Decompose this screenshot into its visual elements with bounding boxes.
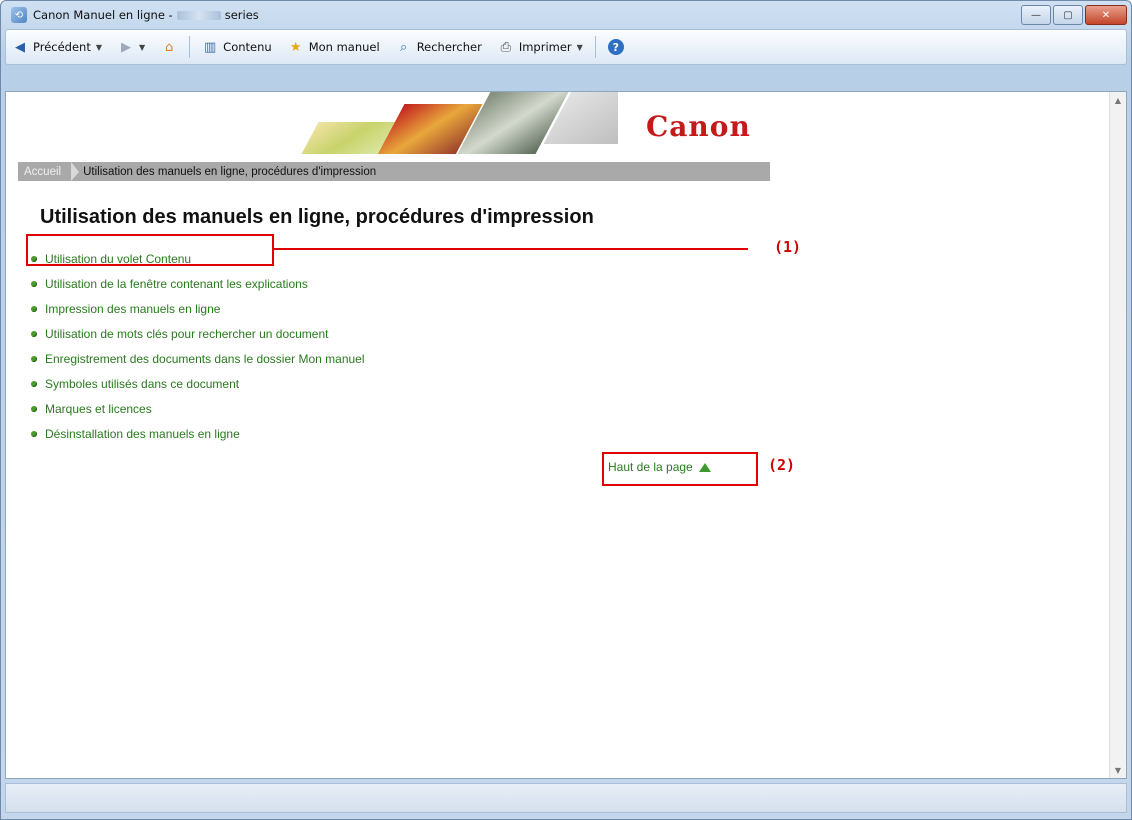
callout-box-1: [26, 234, 274, 266]
print-button[interactable]: ⎙ Imprimer ▼: [492, 35, 589, 59]
chevron-down-icon[interactable]: ▼: [139, 43, 145, 52]
maximize-button[interactable]: ▢: [1053, 5, 1083, 25]
help-button[interactable]: ?: [602, 35, 630, 59]
topic-link[interactable]: Symboles utilisés dans ce document: [45, 377, 239, 391]
window-controls: — ▢ ✕: [1021, 5, 1127, 25]
list-item: Enregistrement des documents dans le dos…: [31, 346, 365, 371]
contents-book-icon: ▥: [204, 39, 217, 55]
window-title-prefix: Canon Manuel en ligne -: [33, 8, 173, 22]
callout-box-2: [602, 452, 758, 486]
chevron-down-icon[interactable]: ▼: [96, 43, 102, 52]
vertical-scrollbar[interactable]: ▲ ▼: [1109, 92, 1126, 778]
back-label: Précédent: [33, 40, 91, 54]
my-manual-button[interactable]: ★ Mon manuel: [282, 35, 386, 59]
contents-label: Contenu: [223, 40, 272, 54]
search-icon: ⌕: [400, 39, 408, 55]
breadcrumb-current: Utilisation des manuels en ligne, procéd…: [83, 165, 377, 178]
print-label: Imprimer: [518, 40, 572, 54]
app-window: ⟲ Canon Manuel en ligne - series — ▢ ✕ ◀ …: [0, 0, 1132, 820]
scroll-up-arrow-icon[interactable]: ▲: [1110, 92, 1126, 108]
bullet-icon: [31, 305, 37, 312]
search-label: Rechercher: [416, 40, 482, 54]
bullet-icon: [31, 405, 37, 412]
list-item: Utilisation de la fenêtre contenant les …: [31, 271, 365, 296]
title-bar[interactable]: ⟲ Canon Manuel en ligne - series — ▢ ✕: [1, 1, 1131, 29]
window-title: Canon Manuel en ligne - series: [33, 8, 259, 22]
topic-link[interactable]: Impression des manuels en ligne: [45, 302, 220, 316]
toolbar: ◀ Précédent ▼ ▶ ▼ ⌂ ▥ Contenu ★ Mon manu…: [5, 29, 1127, 65]
status-bar: [5, 783, 1127, 813]
bullet-icon: [31, 330, 37, 337]
forward-button[interactable]: ▶ ▼: [112, 35, 151, 59]
breadcrumb: Accueil Utilisation des manuels en ligne…: [18, 162, 770, 181]
photo-strip-image: [288, 92, 618, 154]
printer-icon: ⎙: [500, 39, 512, 55]
page-title: Utilisation des manuels en ligne, procéd…: [40, 206, 594, 228]
forward-arrow-icon: ▶: [121, 39, 132, 55]
home-icon: ⌂: [165, 39, 174, 55]
bullet-icon: [31, 355, 37, 362]
window-title-suffix: series: [224, 8, 259, 22]
home-button[interactable]: ⌂: [155, 35, 183, 59]
help-app-icon: ⟲: [11, 7, 27, 23]
callout-label-2: (2): [768, 456, 796, 474]
chevron-down-icon[interactable]: ▼: [577, 43, 583, 52]
minimize-button[interactable]: —: [1021, 5, 1051, 25]
scroll-down-arrow-icon[interactable]: ▼: [1110, 762, 1126, 778]
star-icon: ★: [289, 39, 302, 55]
redacted-model-name: [176, 11, 221, 20]
topic-link-list: Utilisation du volet Contenu Utilisation…: [31, 246, 365, 446]
canon-banner: Canon Accueil Utilisation des manuels en…: [18, 92, 778, 184]
topic-link[interactable]: Utilisation de la fenêtre contenant les …: [45, 277, 308, 291]
topic-link[interactable]: Marques et licences: [45, 402, 152, 416]
topic-link[interactable]: Enregistrement des documents dans le dos…: [45, 352, 365, 366]
search-button[interactable]: ⌕ Rechercher: [390, 35, 488, 59]
contents-button[interactable]: ▥ Contenu: [196, 35, 278, 59]
bullet-icon: [31, 280, 37, 287]
canon-logo: Canon: [646, 110, 751, 143]
content-pane[interactable]: Canon Accueil Utilisation des manuels en…: [5, 91, 1127, 779]
topic-link[interactable]: Désinstallation des manuels en ligne: [45, 427, 240, 441]
callout-line-1: [272, 248, 748, 250]
breadcrumb-home-link[interactable]: Accueil: [18, 162, 71, 181]
breadcrumb-separator: [71, 162, 80, 181]
callout-label-1: (1): [774, 238, 802, 256]
bullet-icon: [31, 380, 37, 387]
list-item: Impression des manuels en ligne: [31, 296, 365, 321]
toolbar-separator: [189, 36, 191, 58]
list-item: Marques et licences: [31, 396, 365, 421]
back-arrow-icon: ◀: [15, 39, 25, 55]
list-item: Désinstallation des manuels en ligne: [31, 421, 365, 446]
bullet-icon: [31, 430, 37, 437]
list-item: Symboles utilisés dans ce document: [31, 371, 365, 396]
my-manual-label: Mon manuel: [308, 40, 380, 54]
toolbar-separator: [594, 36, 596, 58]
close-button[interactable]: ✕: [1085, 5, 1127, 25]
help-icon: ?: [607, 39, 624, 55]
banner-photo: [457, 92, 569, 154]
list-item: Utilisation de mots clés pour rechercher…: [31, 321, 365, 346]
back-button[interactable]: ◀ Précédent ▼: [6, 35, 108, 59]
topic-link[interactable]: Utilisation de mots clés pour rechercher…: [45, 327, 328, 341]
